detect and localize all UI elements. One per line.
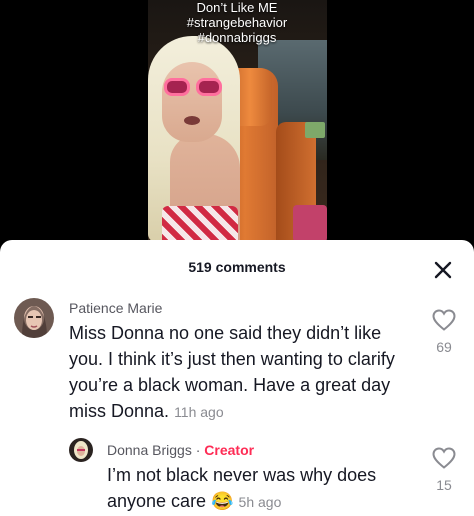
reply-timestamp: 5h ago <box>238 494 282 510</box>
comment-timestamp: 11h ago <box>174 404 224 420</box>
comment-count: 519 comments <box>188 259 286 275</box>
caption-hashtag[interactable]: #donnabriggs <box>0 30 474 45</box>
reply-username-line: Donna Briggs · Creator <box>107 442 254 458</box>
background-sign <box>305 122 325 138</box>
reply-item: Donna Briggs · Creator I’m not black nev… <box>0 432 474 516</box>
laughing-emoji-icon: 😂 <box>211 491 234 511</box>
heart-icon <box>432 447 456 469</box>
person-top <box>162 206 238 242</box>
avatar[interactable] <box>69 438 93 462</box>
background-object <box>293 205 327 242</box>
person-face <box>162 62 222 142</box>
like-button[interactable]: 69 <box>429 308 459 355</box>
like-count: 69 <box>436 339 452 355</box>
avatar[interactable] <box>14 298 54 338</box>
heart-icon <box>432 309 456 331</box>
comment-body: Miss Donna no one said they didn’t like … <box>69 323 395 421</box>
reply-text: I’m not black never was why does anyone … <box>107 462 427 515</box>
person-mouth <box>184 116 200 125</box>
separator-dot: · <box>195 442 201 458</box>
like-button[interactable]: 15 <box>429 446 459 493</box>
reply-username[interactable]: Donna Briggs <box>107 442 192 458</box>
comment-username[interactable]: Patience Marie <box>69 300 162 316</box>
comment-item: Patience Marie Miss Donna no one said th… <box>0 292 474 422</box>
caption-hashtag[interactable]: #strangebehavior <box>0 15 474 30</box>
video-player[interactable]: Don’t Like ME #strangebehavior #donnabri… <box>0 0 474 242</box>
close-icon[interactable] <box>431 258 455 282</box>
comments-header: 519 comments <box>0 240 474 292</box>
sunglasses <box>162 78 224 98</box>
comments-sheet: 519 comments Patience Marie Miss Donna n… <box>0 240 474 516</box>
video-caption: Don’t Like ME #strangebehavior #donnabri… <box>0 0 474 45</box>
caption-line: Don’t Like ME <box>196 0 278 15</box>
comment-text: Miss Donna no one said they didn’t like … <box>69 320 419 425</box>
like-count: 15 <box>436 477 452 493</box>
creator-badge: Creator <box>204 442 255 458</box>
